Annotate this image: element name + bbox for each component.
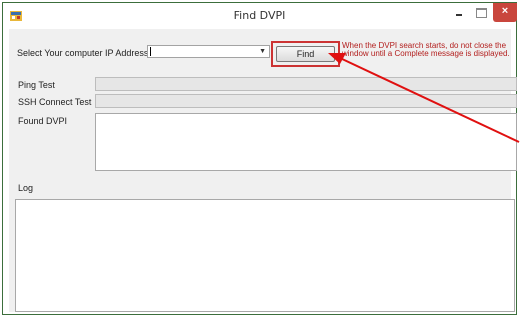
close-button[interactable]: × [493,3,517,22]
client-area: Select Your computer IP Address ▼ Find W… [9,29,517,312]
ssh-connect-test-label: SSH Connect Test [18,97,92,107]
find-button[interactable]: Find [276,46,335,62]
find-button-highlight: Find [271,41,340,67]
title-bar[interactable]: Find DVPI × [3,3,517,29]
ip-address-combobox[interactable]: ▼ [147,45,270,58]
maximize-button[interactable] [473,3,491,22]
log-label: Log [18,183,34,193]
find-dvpi-window: Find DVPI × Select Your computer IP Addr… [2,2,517,315]
chevron-down-icon[interactable]: ▼ [259,48,266,55]
ping-test-label: Ping Test [18,80,55,90]
ssh-connect-test-progress [95,94,517,108]
found-dvpi-list[interactable] [95,113,517,171]
found-dvpi-label: Found DVPI [18,116,68,126]
log-textbox[interactable] [15,199,515,312]
window-title: Find DVPI [233,9,286,22]
search-notice: When the DVPI search starts, do not clos… [342,41,510,58]
ip-address-label: Select Your computer IP Address [17,48,149,58]
minimize-button[interactable] [448,3,470,22]
ping-test-progress [95,77,517,91]
text-caret [150,47,151,56]
